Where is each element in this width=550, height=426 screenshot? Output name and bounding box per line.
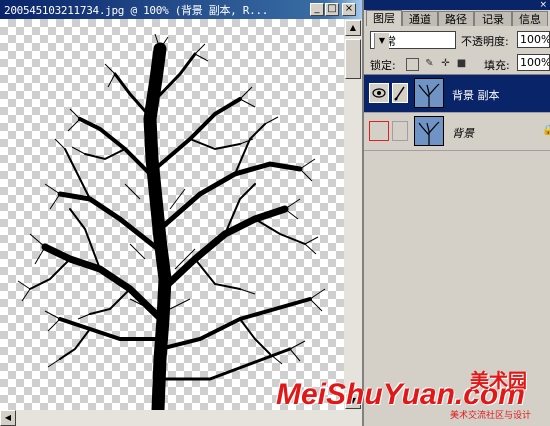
maximize-icon[interactable]: □ [325, 3, 339, 16]
scroll-left-icon[interactable]: ◀ [0, 410, 16, 426]
watermark-subtitle: 美术交流社区与设计 [450, 411, 532, 421]
chevron-down-icon: ▼ [374, 33, 389, 49]
fill-label: 填充: [484, 59, 510, 72]
eye-icon[interactable] [369, 83, 389, 103]
lock-icon: 🔒 [542, 125, 550, 136]
document-titlebar[interactable]: 200545103211734.jpg @ 100% (背景 副本, R... … [0, 0, 362, 19]
layer-name: 背景 [452, 127, 474, 140]
minimize-icon[interactable]: _ [310, 3, 324, 16]
scroll-up-icon[interactable]: ▲ [345, 20, 361, 36]
fill-field[interactable]: 100% [517, 54, 550, 71]
lock-label: 锁定: [370, 59, 396, 72]
layer-row-background-copy[interactable]: 背景 副本 [364, 75, 550, 113]
layer-name: 背景 副本 [452, 89, 500, 102]
layers-palette: × 图层 通道 路径 记录 信息 正常 ▼ 不透明度: 100% 锁定: ✎ ✛… [362, 0, 550, 426]
vertical-scrollbar[interactable]: ▲ ▼ [344, 19, 362, 410]
opacity-field[interactable]: 100% [517, 31, 550, 48]
link-box[interactable] [392, 121, 408, 141]
tab-channels[interactable]: 通道 [402, 11, 438, 26]
document-title: 200545103211734.jpg @ 100% (背景 副本, R... [4, 4, 269, 17]
layer-thumbnail [414, 78, 444, 108]
close-icon[interactable]: × [539, 0, 547, 10]
tree-silhouette [17, 33, 326, 410]
document-window: 200545103211734.jpg @ 100% (背景 副本, R... … [0, 0, 362, 426]
horizontal-scrollbar[interactable]: ◀ [0, 410, 362, 426]
close-icon[interactable]: × [342, 3, 356, 16]
brush-lock-icon[interactable]: ✎ [424, 58, 435, 69]
brush-icon[interactable] [392, 83, 408, 103]
lock-transparency-icon[interactable] [406, 58, 419, 71]
blend-mode-select[interactable]: 正常 ▼ [370, 31, 456, 49]
lock-icon[interactable]: ■ [456, 58, 467, 69]
tab-history[interactable]: 记录 [474, 11, 512, 26]
visibility-toggle[interactable] [369, 121, 389, 141]
layers-list: 背景 副本 背景 🔒 [364, 74, 550, 399]
tab-layers[interactable]: 图层 [366, 10, 402, 26]
watermark-logo: 美术园 [470, 370, 528, 392]
opacity-label: 不透明度: [461, 35, 509, 48]
scroll-thumb[interactable] [345, 39, 361, 79]
palette-tabs: 图层 通道 路径 记录 信息 [366, 10, 550, 26]
move-lock-icon[interactable]: ✛ [440, 58, 451, 69]
tab-paths[interactable]: 路径 [438, 11, 474, 26]
palette-titlebar[interactable]: × [364, 0, 550, 10]
tab-info[interactable]: 信息 [512, 11, 548, 26]
layer-thumbnail [414, 116, 444, 146]
image-canvas[interactable] [0, 19, 344, 410]
layer-row-background[interactable]: 背景 🔒 [364, 113, 550, 151]
